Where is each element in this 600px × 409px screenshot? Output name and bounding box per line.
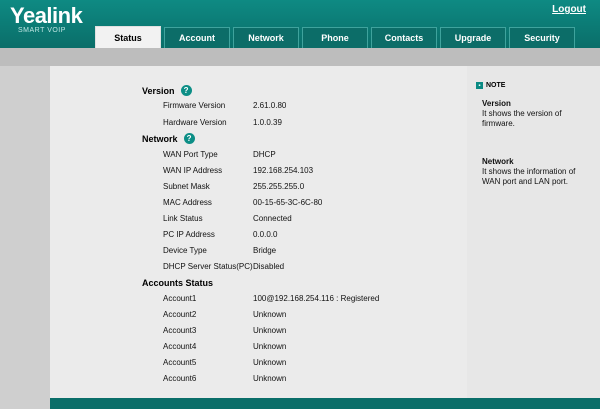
row-value: Disabled: [253, 262, 285, 271]
info-row: PC IP Address 0.0.0.0: [163, 230, 277, 239]
row-key: MAC Address: [163, 198, 212, 207]
info-row: Hardware Version 1.0.0.39: [163, 118, 282, 127]
row-key: Account6: [163, 374, 197, 383]
info-row: Account2 Unknown: [163, 310, 286, 319]
section-network: Network ?: [142, 133, 195, 144]
status-content: Version ? Firmware Version 2.61.0.80 Har…: [50, 66, 467, 398]
info-row: WAN IP Address 192.168.254.103: [163, 166, 313, 175]
row-value: Unknown: [253, 342, 287, 351]
row-value: 192.168.254.103: [253, 166, 314, 175]
row-key: Account4: [163, 342, 197, 351]
info-row: Link Status Connected: [163, 214, 292, 223]
tab-upgrade[interactable]: Upgrade: [440, 27, 506, 48]
info-row: Account4 Unknown: [163, 342, 286, 351]
note-network: Network It shows the information of WAN …: [482, 157, 592, 187]
row-value: DHCP: [253, 150, 276, 159]
main-tabs: Status Account Network Phone Contacts Up…: [95, 26, 575, 48]
logo-tagline: SMART VOIP: [18, 27, 66, 34]
section-accounts-title: Accounts Status: [142, 278, 214, 288]
row-value: 100@192.168.254.116 : Registered: [253, 294, 380, 303]
info-row: WAN Port Type DHCP: [163, 150, 276, 159]
row-key: WAN Port Type: [163, 150, 218, 159]
tab-status[interactable]: Status: [95, 26, 161, 48]
row-key: Account5: [163, 358, 197, 367]
section-version-title: Version: [142, 85, 175, 96]
footer-bar: [50, 398, 600, 409]
row-key: Hardware Version: [163, 118, 227, 127]
note-version-title: Version: [482, 99, 511, 108]
info-row: Account3 Unknown: [163, 326, 286, 335]
section-version: Version ?: [142, 85, 192, 96]
row-key: Account2: [163, 310, 197, 319]
note-version: Version It shows the version of firmware…: [482, 99, 592, 129]
info-row: Account5 Unknown: [163, 358, 286, 367]
row-value: 1.0.0.39: [253, 118, 282, 127]
note-version-text: It shows the version of firmware.: [482, 109, 562, 128]
info-row: Device Type Bridge: [163, 246, 276, 255]
row-key: Device Type: [163, 246, 207, 255]
row-key: Link Status: [163, 214, 203, 223]
row-value: 00-15-65-3C-6C-80: [253, 198, 323, 207]
help-icon[interactable]: ?: [180, 85, 192, 96]
info-row: Firmware Version 2.61.0.80: [163, 101, 286, 110]
tab-phone[interactable]: Phone: [302, 27, 368, 48]
note-network-title: Network: [482, 157, 514, 166]
row-key: WAN IP Address: [163, 166, 223, 175]
row-key: Account3: [163, 326, 197, 335]
row-value: Unknown: [253, 358, 287, 367]
info-row: MAC Address 00-15-65-3C-6C-80: [163, 198, 322, 207]
info-row: DHCP Server Status(PC) Disabled: [163, 262, 284, 271]
info-row: Subnet Mask 255.255.255.0: [163, 182, 304, 191]
tab-contacts[interactable]: Contacts: [371, 27, 437, 48]
top-header: Yealink SMART VOIP Logout Status Account…: [0, 0, 600, 48]
note-panel: ▪ NOTE Version It shows the version of f…: [467, 66, 600, 398]
logo-text: Yealink: [10, 3, 83, 28]
tab-security[interactable]: Security: [509, 27, 575, 48]
sub-header-band: [0, 48, 600, 66]
note-network-text: It shows the information of WAN port and…: [482, 167, 576, 186]
row-value: 2.61.0.80: [253, 101, 287, 110]
section-accounts: Accounts Status: [142, 278, 213, 288]
tab-network[interactable]: Network: [233, 27, 299, 48]
row-value: Unknown: [253, 326, 287, 335]
row-value: Unknown: [253, 310, 287, 319]
row-key: Subnet Mask: [163, 182, 210, 191]
row-value: Bridge: [253, 246, 277, 255]
row-value: Connected: [253, 214, 292, 223]
row-key: DHCP Server Status(PC): [163, 262, 253, 271]
note-icon: ▪: [476, 82, 483, 89]
info-row: Account6 Unknown: [163, 374, 286, 383]
yealink-logo: Yealink SMART VOIP: [10, 3, 83, 35]
help-icon[interactable]: ?: [183, 133, 195, 144]
row-key: PC IP Address: [163, 230, 215, 239]
info-row: Account1 100@192.168.254.116 : Registere…: [163, 294, 379, 303]
row-value: 255.255.255.0: [253, 182, 305, 191]
logout-link[interactable]: Logout: [552, 4, 586, 15]
row-key: Account1: [163, 294, 197, 303]
tab-account[interactable]: Account: [164, 27, 230, 48]
row-key: Firmware Version: [163, 101, 226, 110]
note-header: ▪ NOTE: [476, 82, 505, 89]
row-value: Unknown: [253, 374, 287, 383]
row-value: 0.0.0.0: [253, 230, 278, 239]
note-title: NOTE: [486, 82, 506, 89]
section-network-title: Network: [142, 133, 178, 144]
